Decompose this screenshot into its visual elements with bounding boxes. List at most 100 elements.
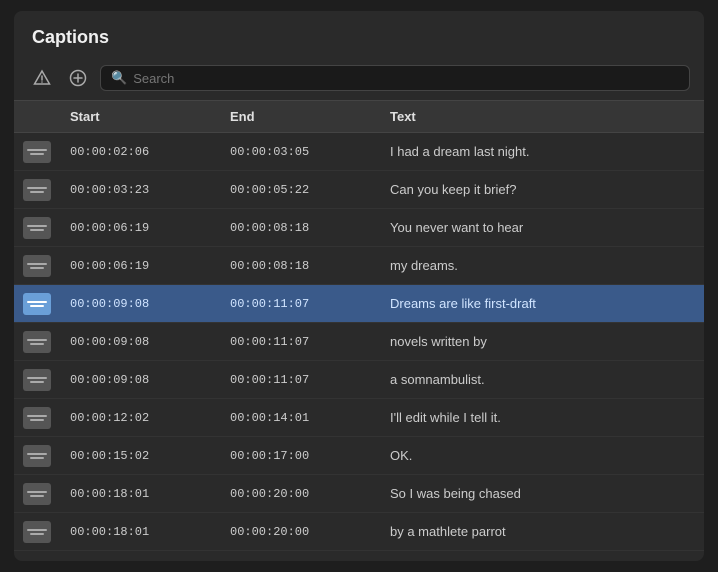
icon-line-short xyxy=(30,381,44,383)
caption-icon xyxy=(23,255,51,277)
caption-icon xyxy=(23,445,51,467)
icon-line xyxy=(27,529,47,531)
row-start: 00:00:06:19 xyxy=(60,215,220,241)
row-end: 00:00:14:01 xyxy=(220,405,380,431)
row-start: 00:00:18:01 xyxy=(60,519,220,545)
row-start: 00:00:09:08 xyxy=(60,291,220,317)
table-header: Start End Text xyxy=(14,100,704,133)
table-row[interactable]: 00:00:12:0200:00:14:01I'll edit while I … xyxy=(14,399,704,437)
caption-icon xyxy=(23,407,51,429)
row-end: 00:00:11:07 xyxy=(220,291,380,317)
search-box: 🔍 xyxy=(100,65,690,91)
row-end: 00:00:08:18 xyxy=(220,215,380,241)
row-text: I had a dream last night. xyxy=(380,138,704,165)
row-text: So I was being chased xyxy=(380,480,704,507)
search-icon: 🔍 xyxy=(111,70,127,86)
caption-icon xyxy=(23,141,51,163)
row-end: 00:00:11:07 xyxy=(220,329,380,355)
row-start: 00:00:02:06 xyxy=(60,139,220,165)
icon-line xyxy=(27,187,47,189)
table-row[interactable]: 00:00:09:0800:00:11:07novels written by xyxy=(14,323,704,361)
table-row[interactable]: 00:00:06:1900:00:08:18my dreams. xyxy=(14,247,704,285)
row-start: 00:00:12:02 xyxy=(60,405,220,431)
row-text: OK. xyxy=(380,442,704,469)
icon-line-short xyxy=(30,533,44,535)
caption-icon xyxy=(23,521,51,543)
icon-line xyxy=(27,491,47,493)
row-text: I'll edit while I tell it. xyxy=(380,404,704,431)
row-start: 00:00:15:02 xyxy=(60,443,220,469)
search-input[interactable] xyxy=(133,71,679,86)
icon-line xyxy=(27,263,47,265)
row-icon-cell xyxy=(14,175,60,205)
icon-line-short xyxy=(30,457,44,459)
row-end: 00:00:03:05 xyxy=(220,139,380,165)
row-text: Dreams are like first-draft xyxy=(380,290,704,317)
icon-line-short xyxy=(30,343,44,345)
caption-icon xyxy=(23,217,51,239)
row-icon-cell xyxy=(14,403,60,433)
row-end: 00:00:11:07 xyxy=(220,367,380,393)
row-text: a somnambulist. xyxy=(380,366,704,393)
table-row[interactable]: 00:00:03:2300:00:05:22Can you keep it br… xyxy=(14,171,704,209)
warning-button[interactable] xyxy=(28,64,56,92)
row-icon-cell xyxy=(14,441,60,471)
table-row[interactable]: 00:00:18:0100:00:20:00So I was being cha… xyxy=(14,475,704,513)
icon-line-short xyxy=(30,153,44,155)
icon-line-short xyxy=(30,419,44,421)
row-text: You never want to hear xyxy=(380,214,704,241)
row-end: 00:00:17:00 xyxy=(220,443,380,469)
icon-line-short xyxy=(30,495,44,497)
table-row[interactable]: 00:00:02:0600:00:03:05I had a dream last… xyxy=(14,133,704,171)
icon-line xyxy=(27,415,47,417)
table-row[interactable]: 00:00:15:0200:00:17:00OK. xyxy=(14,437,704,475)
header-start: Start xyxy=(60,101,220,132)
row-icon-cell xyxy=(14,289,60,319)
toolbar: 🔍 xyxy=(14,58,704,100)
header-text: Text xyxy=(380,101,704,132)
icon-line-short xyxy=(30,305,44,307)
caption-icon xyxy=(23,331,51,353)
table-row[interactable]: 00:00:06:1900:00:08:18You never want to … xyxy=(14,209,704,247)
icon-line xyxy=(27,377,47,379)
row-end: 00:00:08:18 xyxy=(220,253,380,279)
row-text: novels written by xyxy=(380,328,704,355)
icon-line-short xyxy=(30,267,44,269)
row-icon-cell xyxy=(14,517,60,547)
icon-line-short xyxy=(30,229,44,231)
caption-icon xyxy=(23,369,51,391)
panel-title: Captions xyxy=(14,11,704,58)
row-text: Can you keep it brief? xyxy=(380,176,704,203)
icon-line xyxy=(27,225,47,227)
icon-line xyxy=(27,339,47,341)
icon-line xyxy=(27,149,47,151)
table-body: 00:00:02:0600:00:03:05I had a dream last… xyxy=(14,133,704,561)
captions-table: Start End Text 00:00:02:0600:00:03:05I h… xyxy=(14,100,704,561)
header-end: End xyxy=(220,101,380,132)
captions-panel: Captions 🔍 Start End Text xyxy=(14,11,704,561)
row-start: 00:00:06:19 xyxy=(60,253,220,279)
row-icon-cell xyxy=(14,327,60,357)
row-start: 00:00:18:01 xyxy=(60,481,220,507)
row-end: 00:00:05:22 xyxy=(220,177,380,203)
row-icon-cell xyxy=(14,479,60,509)
icon-line xyxy=(27,301,47,303)
row-end: 00:00:20:00 xyxy=(220,481,380,507)
row-icon-cell xyxy=(14,213,60,243)
table-row[interactable]: 00:00:18:0100:00:20:00by a mathlete parr… xyxy=(14,513,704,551)
row-text: by a mathlete parrot xyxy=(380,518,704,545)
icon-line-short xyxy=(30,191,44,193)
table-row[interactable]: 00:00:09:0800:00:11:07Dreams are like fi… xyxy=(14,285,704,323)
row-start: 00:00:09:08 xyxy=(60,367,220,393)
add-caption-button[interactable] xyxy=(64,64,92,92)
icon-line xyxy=(27,453,47,455)
row-end: 00:00:20:00 xyxy=(220,519,380,545)
caption-icon xyxy=(23,179,51,201)
table-row[interactable]: 00:00:09:0800:00:11:07a somnambulist. xyxy=(14,361,704,399)
row-start: 00:00:09:08 xyxy=(60,329,220,355)
header-icon xyxy=(14,101,60,132)
row-icon-cell xyxy=(14,251,60,281)
row-text: my dreams. xyxy=(380,252,704,279)
caption-icon xyxy=(23,293,51,315)
row-icon-cell xyxy=(14,365,60,395)
